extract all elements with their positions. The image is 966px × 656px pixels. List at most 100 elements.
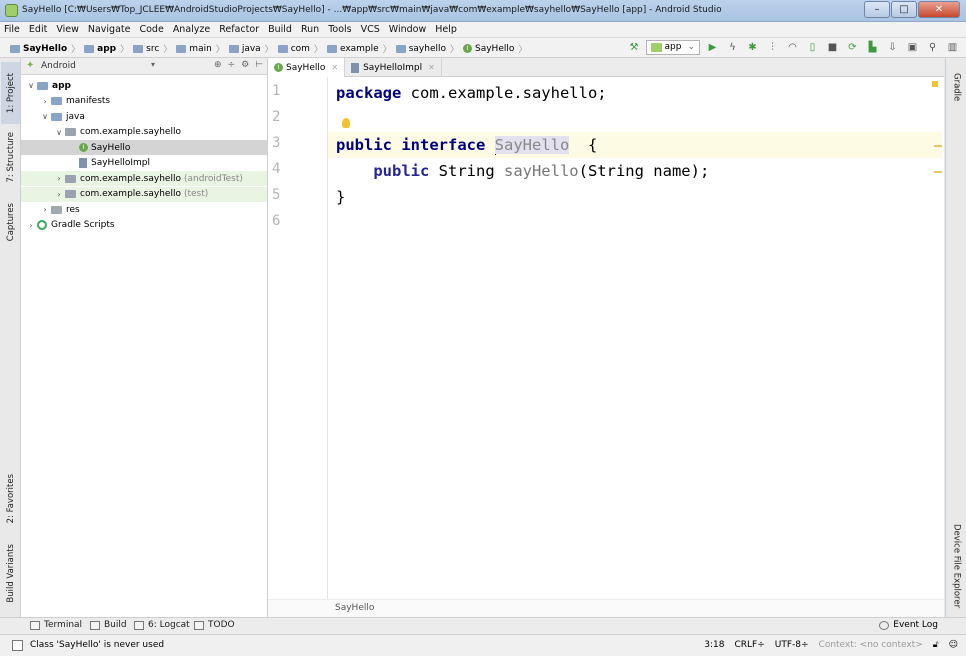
- code-line-5: }: [336, 188, 346, 206]
- tab-structure[interactable]: 7: Structure: [1, 126, 20, 188]
- breadcrumb-src[interactable]: src 〉: [133, 42, 176, 55]
- maximize-button[interactable]: □: [891, 1, 917, 18]
- tree-item[interactable]: › Gradle Scripts: [21, 218, 267, 233]
- tab-project[interactable]: 1: Project: [1, 62, 20, 124]
- tree-item[interactable]: › com.example.sayhello (androidTest): [21, 171, 267, 186]
- menu-help[interactable]: Help: [435, 24, 457, 35]
- warning-marker[interactable]: [932, 81, 938, 87]
- more-icon[interactable]: ▥: [945, 40, 960, 55]
- expand-arrow-icon[interactable]: ›: [25, 221, 37, 230]
- line-separator[interactable]: CRLF÷: [734, 640, 764, 650]
- breadcrumb-sayhello[interactable]: sayhello 〉: [395, 42, 463, 55]
- tree-item-label: Gradle Scripts: [51, 220, 115, 230]
- expand-arrow-icon[interactable]: ›: [53, 174, 65, 183]
- close-icon[interactable]: ✕: [331, 63, 338, 72]
- sdk-manager-icon[interactable]: ⇩: [885, 40, 900, 55]
- expand-arrow-icon[interactable]: ›: [39, 97, 51, 106]
- error-stripe-mark[interactable]: [934, 145, 942, 147]
- tool-windows-toggle[interactable]: [12, 640, 23, 651]
- coverage-icon[interactable]: ◠: [785, 40, 800, 55]
- hide-panel-icon[interactable]: ⊢: [255, 60, 263, 70]
- expand-arrow-icon[interactable]: ›: [53, 190, 65, 199]
- collapse-all-icon[interactable]: ÷: [228, 60, 236, 70]
- menu-refactor[interactable]: Refactor: [219, 24, 259, 35]
- breadcrumb-java[interactable]: java 〉: [228, 42, 278, 55]
- tab-build-variants[interactable]: Build Variants: [1, 538, 20, 608]
- line-number: 5: [272, 187, 281, 203]
- file-encoding[interactable]: UTF-8÷: [775, 640, 809, 650]
- tab-favorites[interactable]: 2: Favorites: [1, 468, 20, 530]
- tab-device-file-explorer[interactable]: Device File Explorer: [947, 520, 966, 612]
- breadcrumb-app[interactable]: app 〉: [84, 42, 133, 55]
- status-message: Class 'SayHello' is never used: [30, 640, 165, 650]
- error-stripe-mark[interactable]: [934, 171, 942, 173]
- logcat-button[interactable]: 6: Logcat: [134, 620, 190, 630]
- tree-item[interactable]: SayHelloImpl: [21, 156, 267, 171]
- breadcrumb-file[interactable]: I SayHello 〉: [463, 42, 531, 55]
- breadcrumb-main[interactable]: main 〉: [176, 42, 229, 55]
- menu-analyze[interactable]: Analyze: [173, 24, 210, 35]
- sync-icon[interactable]: ⟳: [845, 40, 860, 55]
- attach-icon[interactable]: ▯: [805, 40, 820, 55]
- tree-item[interactable]: ∨ java: [21, 109, 267, 124]
- module-icon: [37, 81, 48, 90]
- menu-run[interactable]: Run: [301, 24, 319, 35]
- menu-window[interactable]: Window: [389, 24, 426, 35]
- terminal-button[interactable]: Terminal: [30, 620, 82, 630]
- android-icon: ✦: [26, 60, 35, 71]
- expand-arrow-icon[interactable]: ∨: [53, 128, 65, 137]
- locate-icon[interactable]: ⊕: [214, 60, 222, 70]
- tree-item[interactable]: I SayHello: [21, 140, 267, 155]
- lock-icon[interactable]: 🔓︎: [933, 640, 939, 650]
- chevron-down-icon[interactable]: ▾: [151, 60, 155, 69]
- debug-icon[interactable]: ✱: [745, 40, 760, 55]
- menu-build[interactable]: Build: [268, 24, 292, 35]
- expand-arrow-icon[interactable]: ∨: [25, 81, 37, 90]
- editor-tabs: I SayHello ✕ SayHelloImpl ✕: [268, 58, 944, 77]
- menu-edit[interactable]: Edit: [29, 24, 47, 35]
- tree-item[interactable]: ∨ com.example.sayhello: [21, 125, 267, 140]
- tree-item[interactable]: ∨ app: [21, 78, 267, 93]
- close-icon[interactable]: ✕: [428, 63, 435, 72]
- tab-captures[interactable]: Captures: [1, 194, 20, 250]
- gear-icon[interactable]: ⚙: [241, 60, 249, 70]
- inspector-icon[interactable]: ☺︎: [949, 640, 958, 650]
- breadcrumb-example[interactable]: example 〉: [326, 42, 396, 55]
- event-log-button[interactable]: Event Log: [879, 620, 938, 630]
- tab-sayhello[interactable]: I SayHello ✕: [268, 58, 346, 77]
- stop-icon[interactable]: ■: [825, 40, 840, 55]
- avd-manager-icon[interactable]: ▙: [865, 40, 880, 55]
- minimize-button[interactable]: –: [864, 1, 890, 18]
- tab-gradle[interactable]: Gradle: [947, 64, 966, 110]
- menu-tools[interactable]: Tools: [328, 24, 351, 35]
- tab-sayhelloimpl[interactable]: SayHelloImpl ✕: [345, 58, 442, 77]
- menu-code[interactable]: Code: [139, 24, 163, 35]
- editor-breadcrumb[interactable]: SayHello: [268, 599, 944, 617]
- expand-arrow-icon[interactable]: ›: [39, 205, 51, 214]
- close-button[interactable]: ✕: [918, 1, 960, 18]
- run-icon[interactable]: ▶: [705, 40, 720, 55]
- project-view-select[interactable]: Android: [41, 61, 76, 71]
- menu-view[interactable]: View: [56, 24, 79, 35]
- profile-icon[interactable]: ⫶: [765, 40, 780, 55]
- search-icon[interactable]: ⚲: [925, 40, 940, 55]
- code-area[interactable]: package com.example.sayhello; public int…: [328, 77, 942, 599]
- build-button[interactable]: Build: [90, 620, 127, 630]
- lightbulb-icon[interactable]: [342, 118, 350, 128]
- tree-item[interactable]: › manifests: [21, 94, 267, 109]
- tree-item[interactable]: › res: [21, 202, 267, 217]
- breadcrumb-project[interactable]: SayHello 〉: [10, 42, 84, 55]
- caret-position[interactable]: 3:18: [704, 640, 724, 650]
- hammer-icon[interactable]: ⚒: [627, 40, 642, 55]
- run-config-select[interactable]: app ⌄: [645, 40, 700, 55]
- code-editor[interactable]: 1 2 3 4 5 6 package com.example.sayhello…: [268, 77, 944, 617]
- tree-item[interactable]: › com.example.sayhello (test): [21, 186, 267, 202]
- layout-inspector-icon[interactable]: ▣: [905, 40, 920, 55]
- expand-arrow-icon[interactable]: ∨: [39, 112, 51, 121]
- menu-navigate[interactable]: Navigate: [88, 24, 131, 35]
- breadcrumb-com[interactable]: com 〉: [277, 42, 327, 55]
- apply-changes-icon[interactable]: ϟ: [725, 40, 740, 55]
- menu-file[interactable]: File: [4, 24, 20, 35]
- todo-button[interactable]: TODO: [194, 620, 235, 630]
- menu-vcs[interactable]: VCS: [361, 24, 380, 35]
